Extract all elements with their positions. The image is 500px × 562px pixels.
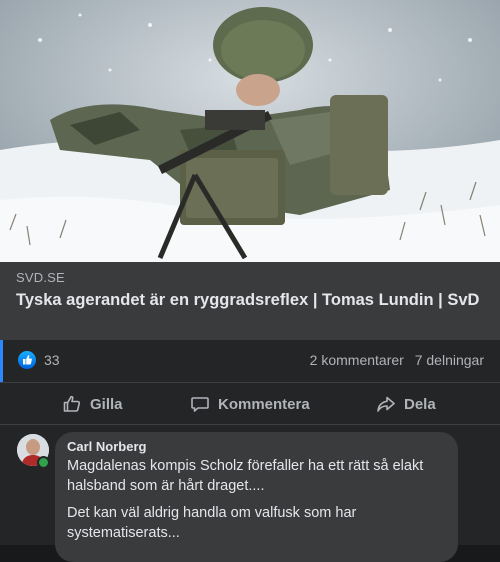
comments-count[interactable]: 2 kommentarer — [310, 352, 404, 368]
soldier-photo — [0, 0, 500, 262]
like-icon[interactable] — [18, 351, 36, 369]
accent-bar — [0, 340, 3, 382]
share-label: Dela — [404, 395, 436, 413]
post-action-bar: Gilla Kommentera Dela — [0, 382, 500, 425]
link-preview-card[interactable]: SVD.SE Tyska agerandet är en ryggradsref… — [0, 262, 500, 340]
post-stats-bar: 33 2 kommentarer 7 delningar — [0, 340, 500, 382]
comment-button[interactable]: Kommentera — [190, 392, 310, 416]
shares-count[interactable]: 7 delningar — [415, 352, 484, 368]
like-button[interactable]: Gilla — [62, 392, 123, 416]
reaction-count[interactable]: 33 — [44, 352, 60, 368]
comment-author[interactable]: Carl Norberg — [67, 439, 146, 454]
share-button[interactable]: Dela — [376, 392, 436, 416]
online-status-indicator — [37, 456, 50, 469]
link-domain: SVD.SE — [16, 270, 65, 285]
like-label: Gilla — [90, 395, 123, 413]
comment-icon — [191, 397, 209, 412]
link-title[interactable]: Tyska agerandet är en ryggradsreflex | T… — [16, 290, 486, 311]
comment-bubble: Carl Norberg Magdalenas kompis Scholz fö… — [55, 432, 458, 562]
thumbs-up-icon — [63, 395, 81, 412]
share-icon — [377, 396, 395, 412]
comment-label: Kommentera — [218, 395, 310, 413]
comment-text: Magdalenas kompis Scholz förefaller ha e… — [67, 458, 424, 494]
comments-section: Carl Norberg Magdalenas kompis Scholz fö… — [0, 424, 500, 562]
engagement-counts: 2 kommentarer 7 delningar — [310, 352, 484, 368]
comment-text-continued: Det kan väl aldrig handla om valfusk som… — [67, 505, 357, 541]
link-preview-image[interactable] — [0, 0, 500, 262]
